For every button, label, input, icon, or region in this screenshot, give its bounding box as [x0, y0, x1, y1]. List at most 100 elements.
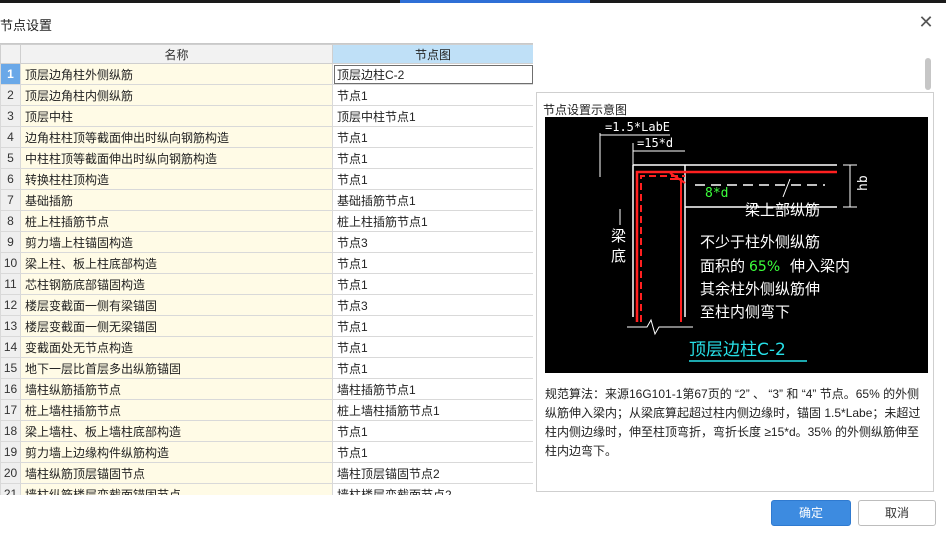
row-node-cell[interactable]: 节点1 — [332, 315, 533, 337]
table-row[interactable]: 11 芯柱钢筋底部锚固构造 节点1 — [0, 273, 533, 295]
row-name-cell[interactable]: 楼层变截面一侧无梁锚固 — [20, 315, 333, 337]
row-index[interactable]: 20 — [0, 462, 21, 484]
row-node-cell[interactable]: 桩上墙柱插筋节点1 — [332, 399, 533, 421]
label-8d: 8*d — [705, 186, 728, 201]
row-node-cell[interactable]: 顶层中柱节点1 — [332, 105, 533, 127]
table-row[interactable]: 7 基础插筋 基础插筋节点1 — [0, 189, 533, 211]
row-name-cell[interactable]: 转换柱柱顶构造 — [20, 168, 333, 190]
row-name-cell[interactable]: 顶层中柱 — [20, 105, 333, 127]
row-node-cell[interactable]: 基础插筋节点1 — [332, 189, 533, 211]
table-body: 1 顶层边角柱外侧纵筋 顶层边柱C-2 2 顶层边角柱内侧纵筋 节点1 3 顶层中柱 顶层中柱节… — [0, 63, 533, 495]
row-index[interactable]: 4 — [0, 126, 21, 148]
row-name-cell[interactable]: 桩上墙柱插筋节点 — [20, 399, 333, 421]
row-index[interactable]: 9 — [0, 231, 21, 253]
row-name-cell[interactable]: 芯柱钢筋底部锚固构造 — [20, 273, 333, 295]
table-header-row: 名称 节点图 — [0, 44, 533, 64]
row-name-cell[interactable]: 剪力墙上边缘构件纵筋构造 — [20, 441, 333, 463]
row-index[interactable]: 18 — [0, 420, 21, 442]
table-row[interactable]: 3 顶层中柱 顶层中柱节点1 — [0, 105, 533, 127]
row-node-cell[interactable]: 节点1 — [332, 336, 533, 358]
row-index[interactable]: 1 — [0, 63, 21, 85]
table-row[interactable]: 9 剪力墙上柱锚固构造 节点3 — [0, 231, 533, 253]
table-row[interactable]: 21 墙柱纵筋楼层变截面锚固节点 墙柱楼层变截面节点2 — [0, 483, 533, 495]
row-name-cell[interactable]: 地下一层比首层多出纵筋锚固 — [20, 357, 333, 379]
table-row[interactable]: 14 变截面处无节点构造 节点1 — [0, 336, 533, 358]
table-row[interactable]: 19 剪力墙上边缘构件纵筋构造 节点1 — [0, 441, 533, 463]
table-row[interactable]: 13 楼层变截面一侧无梁锚固 节点1 — [0, 315, 533, 337]
table-row[interactable]: 20 墙柱纵筋顶层锚固节点 墙柱顶层锚固节点2 — [0, 462, 533, 484]
row-name-cell[interactable]: 剪力墙上柱锚固构造 — [20, 231, 333, 253]
row-index[interactable]: 11 — [0, 273, 21, 295]
row-name-cell[interactable]: 墙柱纵筋楼层变截面锚固节点 — [20, 483, 333, 495]
row-node-cell[interactable]: 节点3 — [332, 294, 533, 316]
row-node-cell[interactable]: 节点1 — [332, 420, 533, 442]
row-node-cell[interactable]: 节点1 — [332, 357, 533, 379]
row-index[interactable]: 3 — [0, 105, 21, 127]
table-row[interactable]: 6 转换柱柱顶构造 节点1 — [0, 168, 533, 190]
row-index[interactable]: 16 — [0, 378, 21, 400]
row-node-cell[interactable]: 节点1 — [332, 147, 533, 169]
row-name-cell[interactable]: 墙柱纵筋顶层锚固节点 — [20, 462, 333, 484]
row-node-cell[interactable]: 节点1 — [332, 273, 533, 295]
row-name-cell[interactable]: 楼层变截面一侧有梁锚固 — [20, 294, 333, 316]
row-node-cell[interactable]: 桩上柱插筋节点1 — [332, 210, 533, 232]
row-index[interactable]: 2 — [0, 84, 21, 106]
row-node-cell[interactable]: 节点1 — [332, 441, 533, 463]
note-line-4: 至柱内侧弯下 — [700, 303, 790, 321]
row-index[interactable]: 12 — [0, 294, 21, 316]
table-row[interactable]: 18 梁上墙柱、板上墙柱底部构造 节点1 — [0, 420, 533, 442]
cancel-button[interactable]: 取消 — [858, 500, 936, 526]
row-node-cell[interactable]: 墙柱顶层锚固节点2 — [332, 462, 533, 484]
row-node-cell[interactable]: 节点1 — [332, 168, 533, 190]
table-row[interactable]: 2 顶层边角柱内侧纵筋 节点1 — [0, 84, 533, 106]
column-header-node[interactable]: 节点图 — [332, 44, 533, 64]
table-row[interactable]: 12 楼层变截面一侧有梁锚固 节点3 — [0, 294, 533, 316]
table-row[interactable]: 5 中柱柱顶等截面伸出时纵向钢筋构造 节点1 — [0, 147, 533, 169]
row-index[interactable]: 17 — [0, 399, 21, 421]
title-bar: 节点设置 ✕ — [0, 3, 946, 41]
row-index[interactable]: 14 — [0, 336, 21, 358]
table-row[interactable]: 8 桩上柱插筋节点 桩上柱插筋节点1 — [0, 210, 533, 232]
row-node-cell[interactable]: 节点1 — [332, 126, 533, 148]
table-row[interactable]: 15 地下一层比首层多出纵筋锚固 节点1 — [0, 357, 533, 379]
close-icon[interactable]: ✕ — [916, 12, 936, 32]
row-index[interactable]: 6 — [0, 168, 21, 190]
row-index[interactable]: 7 — [0, 189, 21, 211]
row-name-cell[interactable]: 中柱柱顶等截面伸出时纵向钢筋构造 — [20, 147, 333, 169]
table-row[interactable]: 17 桩上墙柱插筋节点 桩上墙柱插筋节点1 — [0, 399, 533, 421]
row-index[interactable]: 21 — [0, 483, 21, 495]
row-name-cell[interactable]: 基础插筋 — [20, 189, 333, 211]
row-name-cell[interactable]: 顶层边角柱内侧纵筋 — [20, 84, 333, 106]
row-index[interactable]: 8 — [0, 210, 21, 232]
row-name-cell[interactable]: 梁上墙柱、板上墙柱底部构造 — [20, 420, 333, 442]
label-beam-top-bars: 梁上部纵筋 — [745, 201, 820, 219]
row-index[interactable]: 13 — [0, 315, 21, 337]
table-row[interactable]: 4 边角柱柱顶等截面伸出时纵向钢筋构造 节点1 — [0, 126, 533, 148]
row-index[interactable]: 5 — [0, 147, 21, 169]
row-node-cell[interactable]: 节点1 — [332, 84, 533, 106]
row-name-cell[interactable]: 变截面处无节点构造 — [20, 336, 333, 358]
note-line-3: 其余柱外侧纵筋伸 — [700, 280, 820, 298]
ok-button[interactable]: 确定 — [771, 500, 851, 526]
table-row[interactable]: 16 墙柱纵筋插筋节点 墙柱插筋节点1 — [0, 378, 533, 400]
row-name-cell[interactable]: 梁上柱、板上柱底部构造 — [20, 252, 333, 274]
row-index[interactable]: 10 — [0, 252, 21, 274]
row-name-cell[interactable]: 边角柱柱顶等截面伸出时纵向钢筋构造 — [20, 126, 333, 148]
row-node-cell[interactable]: 墙柱插筋节点1 — [332, 378, 533, 400]
node-settings-grid: 名称 节点图 1 顶层边角柱外侧纵筋 顶层边柱C-2 2 顶层边角柱内侧纵筋 节点1 3 顶层… — [0, 43, 533, 495]
row-name-cell[interactable]: 墙柱纵筋插筋节点 — [20, 378, 333, 400]
row-node-cell[interactable]: 节点3 — [332, 231, 533, 253]
row-index[interactable]: 19 — [0, 441, 21, 463]
scrollbar-thumb[interactable] — [925, 58, 931, 90]
row-node-cell[interactable]: 墙柱楼层变截面节点2 — [332, 483, 533, 495]
label-beam-bottom-1: 梁 — [611, 227, 626, 245]
row-node-cell[interactable]: 节点1 — [332, 252, 533, 274]
table-row[interactable]: 1 顶层边角柱外侧纵筋 顶层边柱C-2 — [0, 63, 533, 85]
vertical-scrollbar[interactable] — [922, 50, 934, 90]
row-index[interactable]: 15 — [0, 357, 21, 379]
row-name-cell[interactable]: 顶层边角柱外侧纵筋 — [20, 63, 333, 85]
table-row[interactable]: 10 梁上柱、板上柱底部构造 节点1 — [0, 252, 533, 274]
column-header-name[interactable]: 名称 — [20, 44, 333, 64]
row-node-cell[interactable]: 顶层边柱C-2 — [332, 63, 533, 85]
row-name-cell[interactable]: 桩上柱插筋节点 — [20, 210, 333, 232]
